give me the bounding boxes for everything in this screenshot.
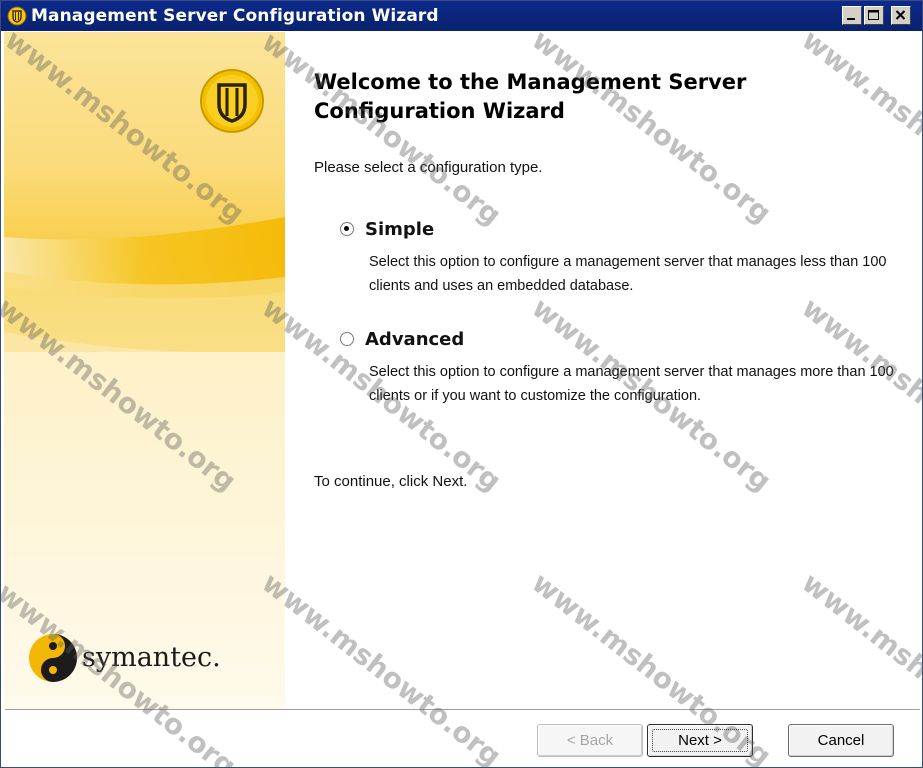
back-button[interactable]: < Back bbox=[537, 724, 643, 757]
window-title: Management Server Configuration Wizard bbox=[31, 6, 439, 26]
title-bar[interactable]: Management Server Configuration Wizard bbox=[1, 1, 922, 31]
advanced-option-label[interactable]: Advanced bbox=[365, 329, 464, 350]
minimize-button[interactable] bbox=[842, 6, 862, 25]
next-button[interactable]: Next > bbox=[647, 724, 753, 757]
page-title: Welcome to the Management Server Configu… bbox=[314, 70, 747, 123]
focus-rectangle bbox=[652, 729, 748, 752]
wizard-content: Welcome to the Management Server Configu… bbox=[285, 32, 921, 709]
maximize-icon bbox=[868, 10, 879, 20]
symantec-shield-icon bbox=[200, 69, 264, 133]
footer-divider bbox=[5, 709, 920, 711]
instruction-text: Please select a configuration type. bbox=[314, 159, 543, 176]
wizard-banner: symantec. bbox=[4, 32, 285, 709]
close-button[interactable] bbox=[891, 6, 911, 25]
simple-radio[interactable] bbox=[340, 222, 354, 236]
simple-option-description: Select this option to configure a manage… bbox=[369, 254, 887, 294]
wizard-footer: < Back Next > Cancel bbox=[1, 709, 922, 767]
wizard-window: Management Server Configuration Wizard s… bbox=[0, 0, 923, 768]
brand-name: symantec. bbox=[82, 642, 221, 673]
simple-option-label[interactable]: Simple bbox=[365, 219, 434, 240]
symantec-shield-icon bbox=[7, 6, 27, 26]
minimize-icon bbox=[847, 18, 855, 20]
advanced-option-description: Select this option to configure a manage… bbox=[369, 364, 894, 404]
maximize-button[interactable] bbox=[864, 6, 884, 25]
close-icon bbox=[895, 10, 906, 20]
cancel-button[interactable]: Cancel bbox=[788, 724, 894, 757]
advanced-radio[interactable] bbox=[340, 332, 354, 346]
continue-instruction: To continue, click Next. bbox=[314, 473, 468, 490]
